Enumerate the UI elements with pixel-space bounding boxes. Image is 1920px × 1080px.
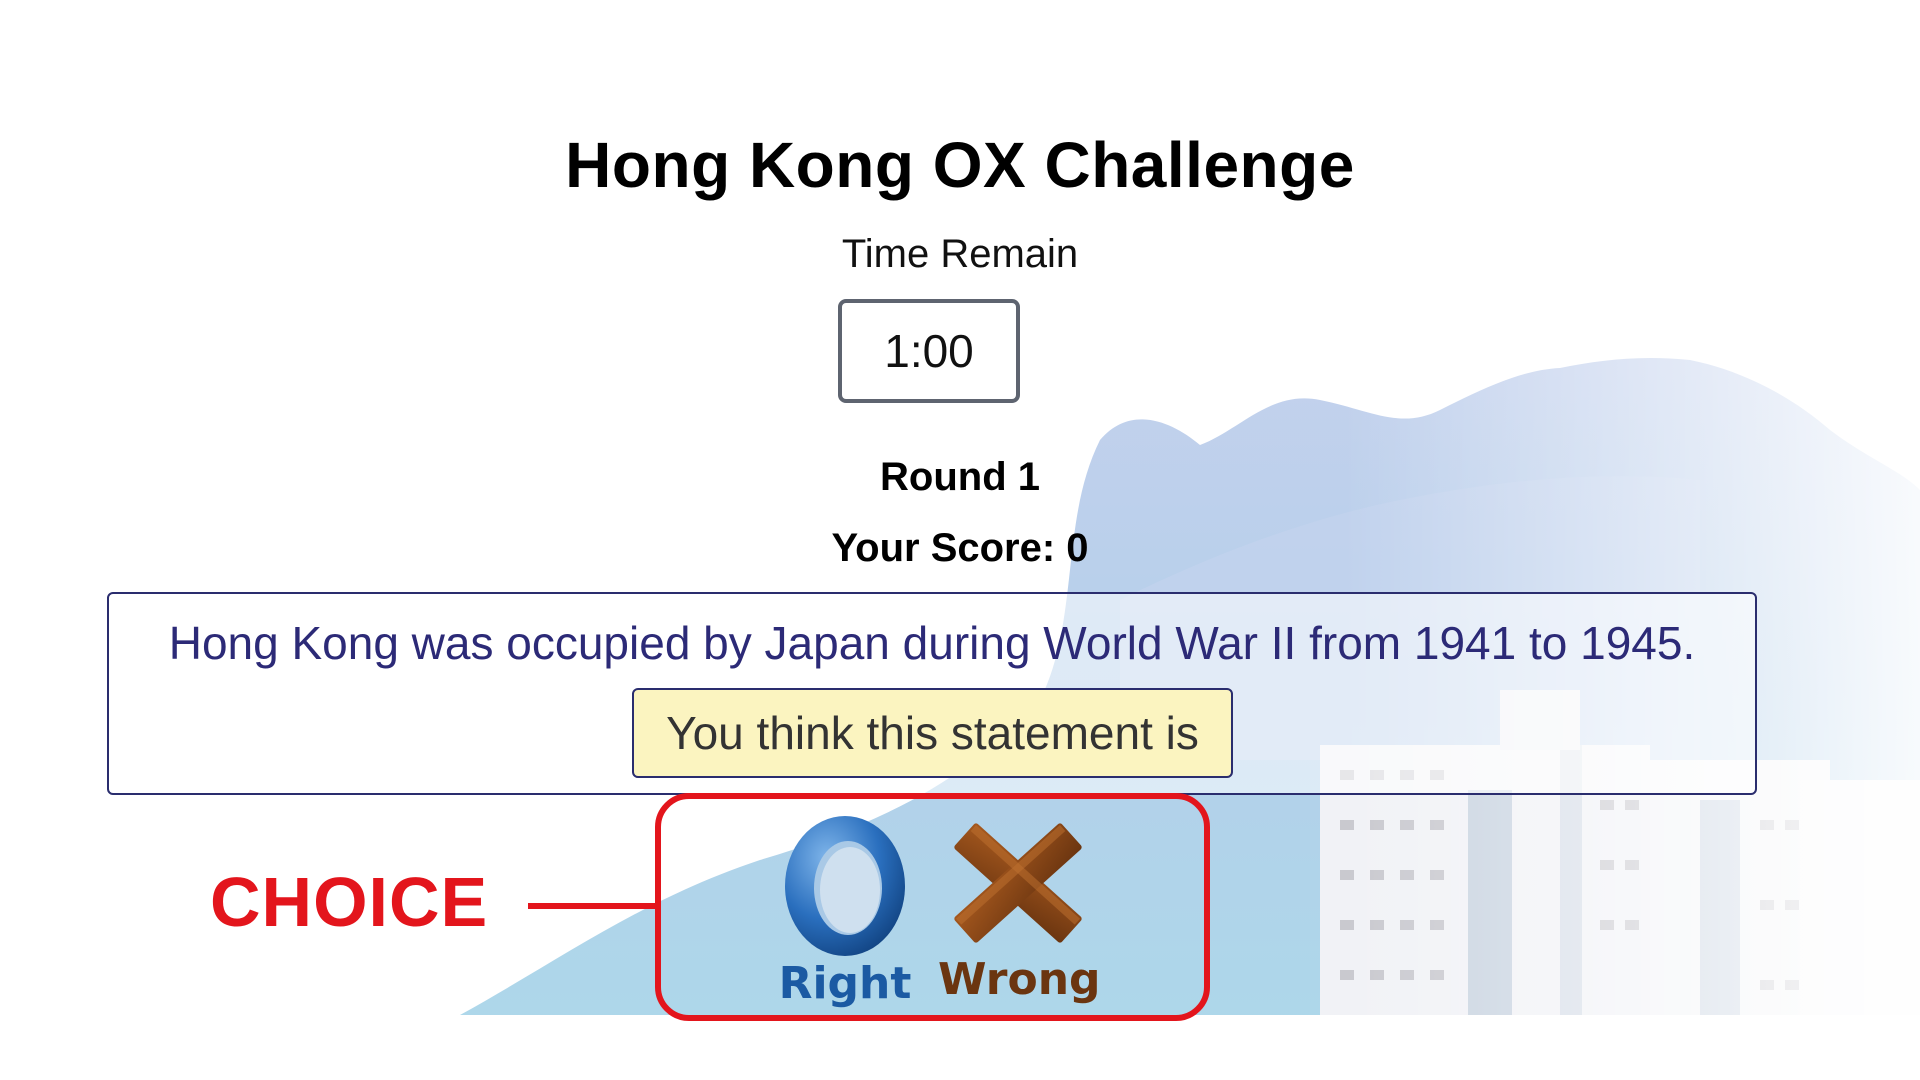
answer-prompt: You think this statement is [632, 688, 1233, 778]
x-cross-icon [954, 823, 1082, 943]
question-panel: Hong Kong was occupied by Japan during W… [107, 592, 1757, 795]
right-answer-label: Right [778, 958, 912, 1009]
question-statement: Hong Kong was occupied by Japan during W… [168, 617, 1696, 669]
answer-prompt-text: You think this statement is [666, 707, 1199, 759]
choice-highlight-frame [655, 793, 1210, 1021]
timer-value: 1:00 [884, 325, 974, 377]
wrong-answer-label: Wrong [938, 954, 1101, 1005]
o-ring-icon [785, 816, 905, 956]
page-title: Hong Kong OX Challenge [565, 129, 1355, 201]
right-answer-button[interactable]: Right [770, 808, 920, 1013]
countdown-timer: 1:00 [838, 299, 1020, 403]
time-remain-label: Time Remain [841, 232, 1079, 276]
round-label: Round 1 [880, 455, 1040, 499]
choice-callout-label: CHOICE [210, 863, 489, 941]
wrong-answer-button[interactable]: Wrong [938, 808, 1101, 1013]
game-stage: Hong Kong OX Challenge Time Remain 1:00 … [0, 0, 1920, 1080]
callout-connector-line [528, 903, 658, 909]
score-display: Your Score: 0 [831, 526, 1089, 570]
